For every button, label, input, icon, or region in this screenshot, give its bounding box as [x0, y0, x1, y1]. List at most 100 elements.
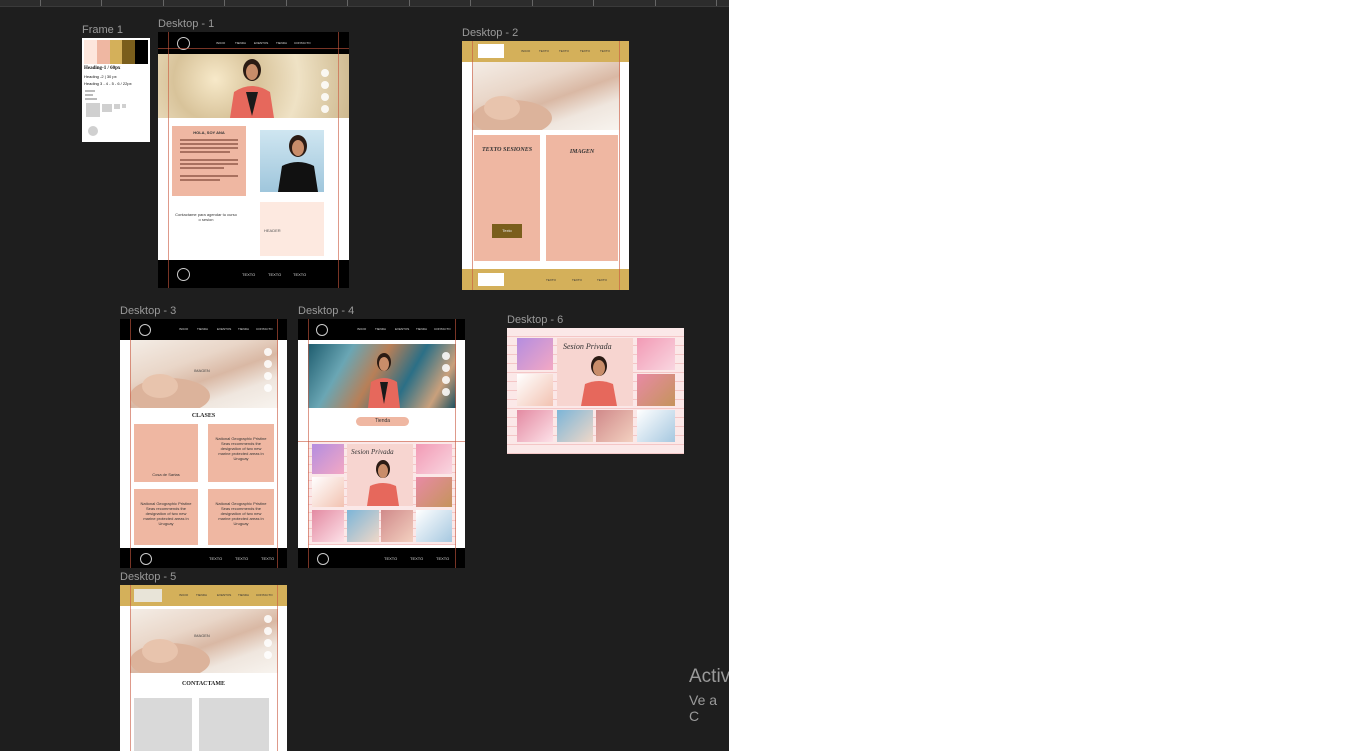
ruler-tick — [470, 0, 471, 6]
product-card[interactable] — [557, 410, 593, 442]
text-line — [180, 151, 230, 153]
nav-item[interactable]: TEXTO — [559, 49, 569, 53]
nav-item[interactable]: TIENDA — [276, 41, 287, 45]
carousel-dot[interactable] — [442, 364, 450, 372]
footer-link[interactable]: TEXTO — [384, 556, 397, 561]
class-card[interactable]: National Geographic Pristine Seas recomm… — [208, 489, 274, 545]
contact-form-field[interactable] — [134, 698, 192, 751]
footer-link[interactable]: TEXTO — [242, 272, 255, 277]
product-card[interactable] — [517, 374, 553, 406]
carousel-dot[interactable] — [264, 384, 272, 392]
nav-item[interactable]: INICIO — [357, 327, 366, 331]
footer-link[interactable]: TEXTO — [261, 556, 274, 561]
grid-guide — [472, 41, 473, 290]
image-placeholder-label: IMAGEN — [194, 633, 210, 638]
desktop4-shop[interactable]: INICIO TIENDA EVENTOS TIENDA CONTACTO Ti… — [298, 319, 465, 568]
class-card[interactable]: National Geographic Pristine Seas recomm… — [134, 489, 198, 545]
featured-poster[interactable]: Sesion Privada — [347, 444, 413, 506]
poster-person — [367, 460, 399, 506]
footer-link[interactable]: TEXTO — [597, 278, 607, 282]
logo-box — [478, 44, 504, 58]
nav-item[interactable]: INICIO — [216, 41, 225, 45]
carousel-dot[interactable] — [264, 651, 272, 659]
carousel-dot[interactable] — [321, 105, 329, 113]
frame-label-frame1[interactable]: Frame 1 — [82, 24, 123, 36]
carousel-dot[interactable] — [264, 348, 272, 356]
frame-label-desktop4[interactable]: Desktop - 4 — [298, 305, 354, 317]
product-card[interactable] — [637, 374, 675, 406]
nav-item[interactable]: CONTACTO — [434, 327, 451, 331]
frame-label-desktop3[interactable]: Desktop - 3 — [120, 305, 176, 317]
design-canvas[interactable]: Frame 1 Heading-1 / 60px Heading -2 | 30… — [0, 0, 729, 751]
nav-item[interactable]: TEXTO — [580, 49, 590, 53]
nav-item[interactable]: TIENDA — [416, 327, 427, 331]
nav-item[interactable]: TEXTO — [600, 49, 610, 53]
frame-label-desktop1[interactable]: Desktop - 1 — [158, 18, 214, 30]
contact-form-field[interactable] — [199, 698, 269, 751]
product-card[interactable] — [637, 338, 675, 370]
nav-item[interactable]: INICIO — [521, 49, 530, 53]
nav-item[interactable]: TIENDA — [375, 327, 386, 331]
product-card[interactable] — [347, 510, 379, 542]
nav-item[interactable]: TIENDA — [197, 327, 208, 331]
carousel-dot[interactable] — [321, 69, 329, 77]
nav-item[interactable]: TIENDA — [238, 593, 249, 597]
product-card[interactable] — [312, 444, 344, 474]
carousel-dot[interactable] — [264, 360, 272, 368]
frame-label-desktop6[interactable]: Desktop - 6 — [507, 314, 563, 326]
product-card[interactable] — [416, 444, 452, 474]
frame-label-desktop5[interactable]: Desktop - 5 — [120, 571, 176, 583]
footer-link[interactable]: TEXTO — [293, 272, 306, 277]
nav-item[interactable]: TEXTO — [539, 49, 549, 53]
nav-item[interactable]: EVENTOS — [217, 593, 231, 597]
product-card[interactable] — [517, 338, 553, 370]
desktop2-sessions[interactable]: INICIO TEXTO TEXTO TEXTO TEXTO TEXTO SES… — [462, 41, 629, 290]
carousel-dot[interactable] — [321, 93, 329, 101]
class-card[interactable]: Cosa de Sartas — [134, 424, 198, 482]
footer-link[interactable]: TEXTO — [268, 272, 281, 277]
nav-item[interactable]: TIENDA — [238, 327, 249, 331]
featured-poster[interactable]: Sesion Privada — [557, 338, 633, 406]
frame1-style-guide[interactable]: Heading-1 / 60px Heading -2 | 30 px Head… — [82, 38, 150, 142]
desktop5-contact[interactable]: INICIO TIENDA EVENTOS TIENDA CONTACTO IM… — [120, 585, 287, 751]
product-card[interactable] — [416, 477, 452, 507]
shape-sample — [114, 104, 120, 109]
footer-link[interactable]: TEXTO — [209, 556, 222, 561]
footer-link[interactable]: TEXTO — [572, 278, 582, 282]
product-card[interactable] — [517, 410, 553, 442]
class-card[interactable]: National Geographic Pristine Seas recomm… — [208, 424, 274, 482]
footer-link[interactable]: TEXTO — [436, 556, 449, 561]
carousel-dot[interactable] — [321, 81, 329, 89]
carousel-dot[interactable] — [264, 639, 272, 647]
desktop6-poster[interactable]: Sesion Privada — [507, 328, 684, 454]
product-card[interactable] — [637, 410, 675, 442]
nav-item[interactable]: CONTACTO — [256, 327, 273, 331]
nav-item[interactable]: TIENDA — [196, 593, 207, 597]
product-card[interactable] — [381, 510, 413, 542]
product-card[interactable] — [416, 510, 452, 542]
cta-button[interactable]: Texto — [492, 224, 522, 238]
footer-link[interactable]: TEXTO — [410, 556, 423, 561]
carousel-dot[interactable] — [442, 376, 450, 384]
frame-label-desktop2[interactable]: Desktop - 2 — [462, 27, 518, 39]
carousel-dot[interactable] — [442, 388, 450, 396]
carousel-dot[interactable] — [264, 372, 272, 380]
nav-item[interactable]: INICIO — [179, 593, 188, 597]
product-card[interactable] — [312, 510, 344, 542]
nav-item[interactable]: EVENTOS — [395, 327, 409, 331]
carousel-dot[interactable] — [264, 615, 272, 623]
desktop1-home[interactable]: INICIO TIENDA EVENTOS TIENDA CONTACTO HO… — [158, 32, 349, 288]
nav-item[interactable]: CONTACTO — [294, 41, 311, 45]
carousel-dot[interactable] — [264, 627, 272, 635]
footer-link[interactable]: TEXTO — [546, 278, 556, 282]
nav-item[interactable]: EVENTOS — [254, 41, 268, 45]
nav-item[interactable]: INICIO — [179, 327, 188, 331]
footer-link[interactable]: TEXTO — [235, 556, 248, 561]
product-card[interactable] — [312, 477, 344, 507]
nav-item[interactable]: EVENTOS — [217, 327, 231, 331]
carousel-dot[interactable] — [442, 352, 450, 360]
product-card[interactable] — [596, 410, 633, 442]
nav-item[interactable]: CONTACTO — [256, 593, 273, 597]
nav-item[interactable]: TIENDA — [235, 41, 246, 45]
desktop3-classes[interactable]: INICIO TIENDA EVENTOS TIENDA CONTACTO IM… — [120, 319, 287, 568]
